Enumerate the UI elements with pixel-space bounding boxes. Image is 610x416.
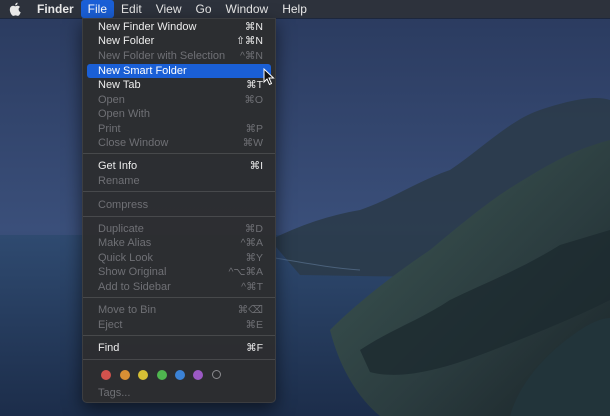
menu-item-label: Open With (98, 108, 150, 120)
menu-item-shortcut: ^⌘N (239, 50, 263, 62)
menu-item-shortcut: ^⌘A (240, 237, 263, 249)
tag-yellow[interactable] (138, 370, 148, 380)
menu-item-label: New Tab (98, 79, 141, 91)
menu-item-find[interactable]: Find ⌘F (87, 341, 271, 355)
menu-item-label: Add to Sidebar (98, 281, 171, 293)
menu-item-label: Move to Bin (98, 304, 157, 316)
menu-item-label: Make Alias (98, 237, 152, 249)
menu-item-label: Get Info (98, 160, 138, 172)
menu-item-print[interactable]: Print ⌘P (87, 122, 271, 136)
tag-gray[interactable] (212, 370, 221, 379)
menu-item-label: Show Original (98, 266, 167, 278)
menu-item-shortcut: ⌘T (246, 79, 263, 91)
menu-item-eject[interactable]: Eject ⌘E (87, 318, 271, 332)
menu-separator (83, 216, 275, 217)
menu-item-shortcut: ^⌥⌘A (228, 266, 263, 278)
menubar-go[interactable]: Go (189, 0, 219, 18)
menu-item-label: Find (98, 342, 120, 354)
menu-item-shortcut: ⌘O (244, 94, 263, 106)
menu-item-shortcut: ⌘N (244, 21, 263, 33)
tag-orange[interactable] (120, 370, 130, 380)
menu-item-shortcut: ⌘P (245, 123, 263, 135)
menu-item-close-window[interactable]: Close Window ⌘W (87, 136, 271, 150)
menu-bar: Finder File Edit View Go Window Help (0, 0, 610, 18)
menu-item-shortcut: ⌘F (246, 342, 263, 354)
menu-item-new-finder-window[interactable]: New Finder Window ⌘N (87, 20, 271, 34)
menu-separator (83, 191, 275, 192)
menu-item-add-to-sidebar[interactable]: Add to Sidebar ^⌘T (87, 280, 271, 294)
menu-item-make-alias[interactable]: Make Alias ^⌘A (87, 236, 271, 250)
menu-item-label: Open (98, 94, 125, 106)
menu-item-new-folder[interactable]: New Folder ⇧⌘N (87, 34, 271, 48)
menu-item-label: Rename (98, 175, 140, 187)
menu-item-label: Print (98, 123, 121, 135)
menu-separator (83, 297, 275, 298)
menu-item-shortcut: ⌘I (249, 160, 263, 172)
menu-item-label: New Folder (98, 35, 155, 47)
menu-item-label: New Smart Folder (98, 65, 187, 77)
menu-separator (83, 153, 275, 154)
tag-blue[interactable] (175, 370, 185, 380)
tag-purple[interactable] (193, 370, 203, 380)
menu-separator (83, 335, 275, 336)
menu-item-label: New Finder Window (98, 21, 197, 33)
menu-item-move-to-bin[interactable]: Move to Bin ⌘⌫ (87, 303, 271, 317)
menu-item-new-folder-with-selection[interactable]: New Folder with Selection ^⌘N (87, 49, 271, 63)
menu-item-open[interactable]: Open ⌘O (87, 93, 271, 107)
menu-item-shortcut: ⌘⌫ (237, 304, 263, 316)
menu-item-shortcut: ⌘D (244, 223, 263, 235)
menu-item-label: Duplicate (98, 223, 144, 235)
menubar-finder[interactable]: Finder (30, 0, 81, 18)
file-menu: New Finder Window ⌘N New Folder ⇧⌘N New Fo… (82, 18, 276, 403)
menu-item-quick-look[interactable]: Quick Look ⌘Y (87, 251, 271, 265)
menu-item-open-with[interactable]: Open With (87, 107, 271, 121)
menu-item-get-info[interactable]: Get Info ⌘I (87, 159, 271, 173)
tag-green[interactable] (157, 370, 167, 380)
menubar-edit[interactable]: Edit (114, 0, 149, 18)
menu-item-label: Quick Look (98, 252, 154, 264)
menu-item-label: Close Window (98, 137, 169, 149)
menu-item-shortcut: ⌘E (245, 319, 263, 331)
menu-item-tags[interactable]: Tags... (98, 387, 130, 399)
menu-item-compress[interactable]: Compress (87, 198, 271, 212)
menu-item-shortcut: ^⌘T (241, 281, 263, 293)
menu-item-label: Compress (98, 199, 149, 211)
mouse-pointer-icon (263, 68, 275, 86)
menu-item-label: New Folder with Selection (98, 50, 226, 62)
menubar-file[interactable]: File (80, 0, 115, 18)
menu-item-shortcut: ⌘Y (245, 252, 263, 264)
menu-item-rename[interactable]: Rename (87, 174, 271, 188)
menu-item-shortcut: ⌘W (242, 137, 263, 149)
menu-item-new-smart-folder[interactable]: New Smart Folder (87, 64, 271, 78)
menu-item-shortcut: ⇧⌘N (236, 35, 263, 47)
menubar-window[interactable]: Window (219, 0, 276, 18)
menu-item-duplicate[interactable]: Duplicate ⌘D (87, 222, 271, 236)
tag-red[interactable] (101, 370, 111, 380)
apple-menu[interactable] (0, 0, 30, 18)
menu-item-new-tab[interactable]: New Tab ⌘T (87, 78, 271, 92)
menubar-help[interactable]: Help (275, 0, 314, 18)
menubar-view[interactable]: View (149, 0, 189, 18)
menu-separator (83, 359, 275, 360)
apple-icon (9, 2, 21, 16)
menu-item-show-original[interactable]: Show Original ^⌥⌘A (87, 265, 271, 279)
menu-item-label: Eject (98, 319, 123, 331)
